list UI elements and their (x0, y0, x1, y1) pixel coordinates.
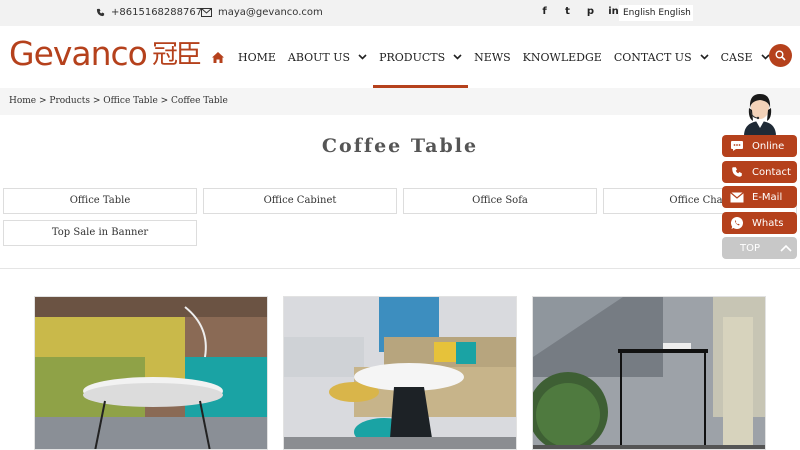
contact-button[interactable]: Contact (722, 161, 797, 183)
page-title: Coffee Table (321, 135, 479, 157)
product-image-1[interactable] (34, 296, 268, 450)
nav-home-label: HOME (238, 50, 276, 64)
language-selector[interactable]: English English (619, 5, 693, 21)
email-contact[interactable]: maya@gevanco.com (201, 7, 323, 18)
nav-contact-us[interactable]: CONTACT US (608, 26, 715, 88)
phone-number: +8615168288767 (111, 7, 203, 18)
category-office-cabinet[interactable]: Office Cabinet (203, 188, 397, 214)
chevron-up-icon (780, 244, 792, 252)
chat-icon (731, 141, 743, 151)
online-button[interactable]: Online (722, 135, 797, 157)
search-button[interactable] (769, 44, 792, 67)
category-top-sale[interactable]: Top Sale in Banner (3, 220, 197, 246)
nav-knowledge-label: KNOWLEDGE (522, 50, 602, 64)
site-header: Gevanco 冠臣 HOME ABOUT US PRODUCTS NEWS K… (0, 26, 800, 88)
nav-case[interactable]: CASE (715, 26, 776, 88)
phone-icon (96, 8, 105, 17)
phone-icon (732, 167, 742, 177)
main-nav: HOME ABOUT US PRODUCTS NEWS KNOWLEDGE CO… (210, 26, 776, 88)
nav-news-label: NEWS (474, 50, 511, 64)
product-image-3[interactable] (532, 296, 766, 450)
contact-label: Contact (752, 166, 791, 178)
category-office-sofa[interactable]: Office Sofa (403, 188, 597, 214)
breadcrumb[interactable]: Home > Products > Office Table > Coffee … (0, 88, 800, 115)
email-address: maya@gevanco.com (218, 7, 323, 18)
nav-contact-label: CONTACT US (613, 50, 692, 64)
search-icon (775, 50, 786, 61)
nav-products-label: PRODUCTS (379, 50, 446, 64)
nav-knowledge[interactable]: KNOWLEDGE (517, 26, 608, 88)
nav-about-us[interactable]: ABOUT US (282, 26, 373, 88)
pinterest-icon[interactable]: p (579, 6, 602, 17)
whatsapp-label: Whats (752, 217, 784, 229)
category-office-table[interactable]: Office Table (3, 188, 197, 214)
whatsapp-icon (731, 217, 743, 229)
logo[interactable]: Gevanco (9, 34, 148, 74)
chevron-down-icon (453, 54, 462, 60)
top-bar: +8615168288767 maya@gevanco.com f t p in… (0, 0, 800, 26)
nav-case-label: CASE (720, 50, 753, 64)
facebook-icon[interactable]: f (533, 6, 556, 17)
nav-about-label: ABOUT US (287, 50, 351, 64)
home-icon[interactable] (210, 26, 232, 88)
support-agent-avatar (744, 94, 776, 136)
logo-chinese[interactable]: 冠臣 (152, 40, 202, 70)
back-to-top-button[interactable]: TOP (722, 237, 797, 259)
phone-contact[interactable]: +8615168288767 (96, 7, 202, 18)
divider (0, 268, 800, 269)
social-links: f t p in (533, 6, 625, 17)
twitter-icon[interactable]: t (556, 6, 579, 17)
email-label: E-Mail (752, 191, 783, 203)
chevron-down-icon (358, 54, 367, 60)
chevron-down-icon (700, 54, 709, 60)
nav-news[interactable]: NEWS (468, 26, 517, 88)
mail-icon (201, 8, 212, 17)
online-label: Online (752, 140, 785, 152)
whatsapp-button[interactable]: Whats (722, 212, 797, 234)
email-button[interactable]: E-Mail (722, 186, 797, 208)
nav-products[interactable]: PRODUCTS (373, 26, 469, 88)
top-label: TOP (740, 242, 761, 254)
nav-home[interactable]: HOME (232, 26, 282, 88)
mail-icon (730, 191, 744, 202)
product-image-2[interactable] (283, 296, 517, 450)
